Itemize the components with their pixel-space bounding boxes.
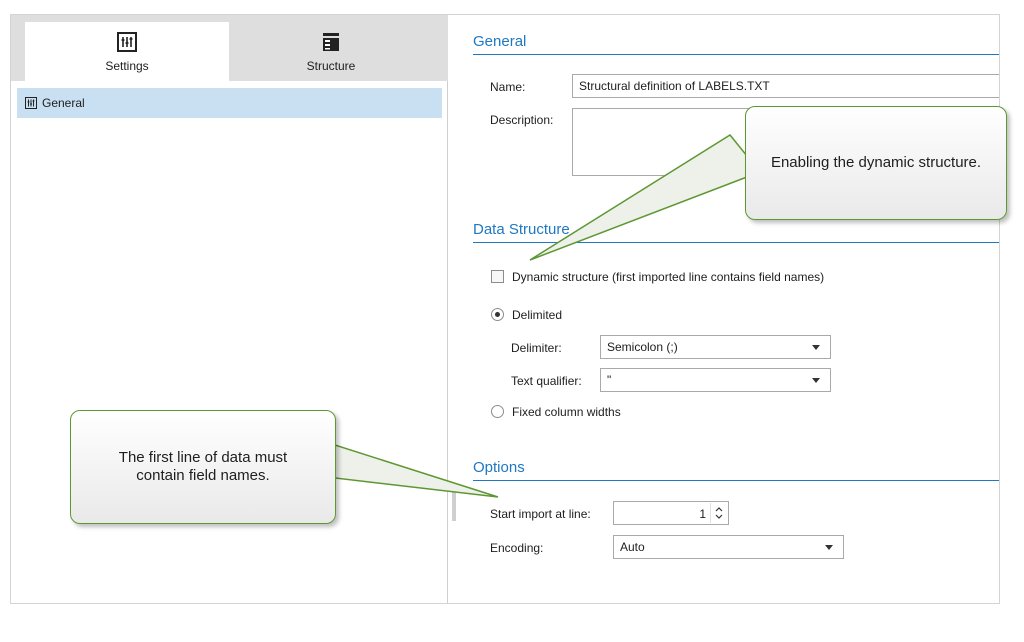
- dynamic-structure-checkbox[interactable]: [491, 270, 504, 283]
- name-field[interactable]: Structural definition of LABELS.TXT: [572, 74, 999, 98]
- callout-first-line: The first line of data must contain fiel…: [70, 410, 336, 524]
- tab-settings-label: Settings: [105, 59, 149, 73]
- sidebar-item-general[interactable]: General: [17, 88, 442, 118]
- encoding-value: Auto: [620, 540, 645, 554]
- name-label: Name:: [490, 80, 526, 94]
- fixed-column-widths-label: Fixed column widths: [512, 405, 621, 419]
- dynamic-structure-label: Dynamic structure (first imported line c…: [512, 270, 825, 284]
- start-import-value: 1: [699, 507, 706, 521]
- tab-structure-label: Structure: [306, 59, 356, 73]
- sidebar-item-label: General: [42, 96, 85, 110]
- structure-table-icon: [322, 31, 340, 53]
- delimiter-value: Semicolon (;): [607, 340, 678, 354]
- chevron-down-icon: [715, 514, 723, 519]
- text-qualifier-value: ": [607, 373, 612, 387]
- start-import-stepper[interactable]: 1: [613, 501, 729, 525]
- delimited-radio[interactable]: [491, 308, 504, 321]
- description-label: Description:: [490, 113, 554, 127]
- start-import-label: Start import at line:: [490, 507, 591, 521]
- fixed-column-widths-radio[interactable]: [491, 405, 504, 418]
- callout-dynamic-structure: Enabling the dynamic structure.: [745, 106, 1007, 220]
- section-title-data-structure: Data Structure: [473, 221, 999, 243]
- text-qualifier-label: Text qualifier:: [511, 374, 582, 388]
- chevron-down-icon: [812, 345, 820, 350]
- settings-sliders-icon: [25, 97, 37, 109]
- encoding-select[interactable]: Auto: [613, 535, 844, 559]
- delimited-label: Delimited: [512, 308, 563, 322]
- section-title-options: Options: [473, 459, 999, 481]
- chevron-down-icon: [825, 545, 833, 550]
- chevron-up-icon: [715, 507, 723, 512]
- splitter-handle[interactable]: [452, 485, 456, 521]
- delimiter-label: Delimiter:: [511, 341, 562, 355]
- tab-strip: Settings Structure: [11, 15, 448, 81]
- chevron-down-icon: [812, 378, 820, 383]
- text-qualifier-select[interactable]: ": [600, 368, 831, 392]
- delimiter-select[interactable]: Semicolon (;): [600, 335, 831, 359]
- tab-structure[interactable]: Structure: [229, 22, 433, 81]
- encoding-label: Encoding:: [490, 541, 544, 555]
- settings-sliders-icon: [117, 31, 137, 53]
- properties-pane: General Name: Structural definition of L…: [459, 15, 999, 603]
- section-title-general: General: [473, 33, 999, 55]
- stepper-arrows[interactable]: [710, 503, 726, 523]
- tab-settings[interactable]: Settings: [25, 22, 229, 81]
